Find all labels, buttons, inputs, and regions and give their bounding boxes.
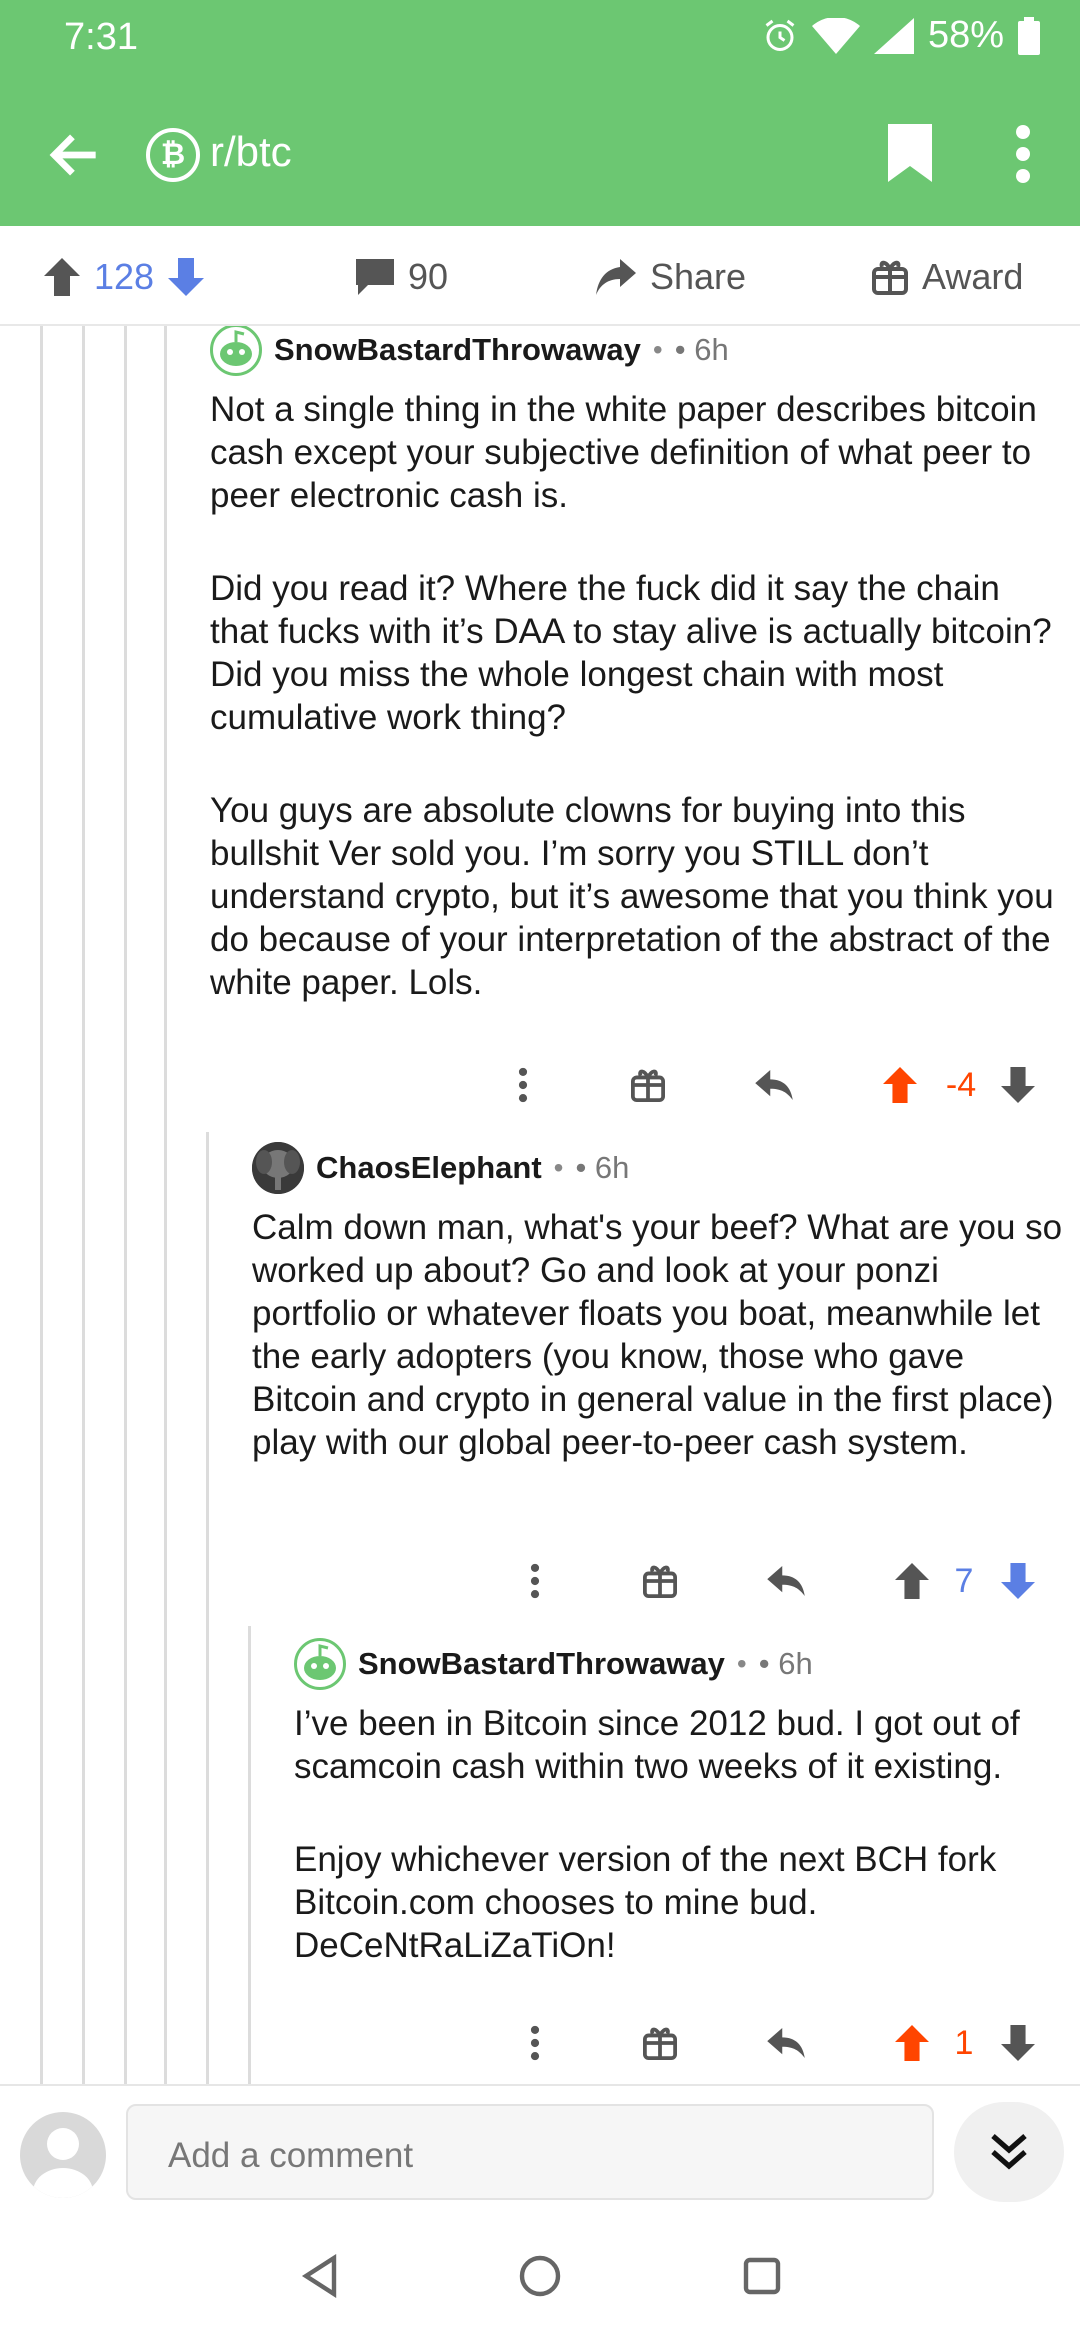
comment-paragraph: Did you read it? Where the fuck did it s…: [210, 569, 1052, 737]
comment-actions: -4: [0, 1060, 1080, 1110]
comment-author[interactable]: SnowBastardThrowaway: [358, 1646, 725, 1682]
comment-age: • 6h: [674, 332, 729, 367]
gift-icon[interactable]: [640, 2018, 680, 2068]
subreddit-name[interactable]: r/btc: [210, 128, 292, 176]
subreddit-icon[interactable]: ₿: [146, 128, 200, 182]
gift-icon[interactable]: [640, 1556, 680, 1606]
add-comment-input[interactable]: Add a comment: [126, 2104, 934, 2200]
snoo-avatar-icon: [304, 1644, 336, 1680]
reply-icon[interactable]: [752, 1060, 796, 1110]
more-options-icon[interactable]: [1010, 124, 1036, 184]
comment-meta: SnowBastardThrowaway • • 6h: [294, 1638, 1064, 1690]
avatar[interactable]: [252, 1142, 304, 1194]
downvote-arrow-icon[interactable]: [168, 258, 205, 296]
back-arrow-icon[interactable]: [44, 124, 106, 186]
downvote-arrow-icon[interactable]: [998, 2018, 1038, 2068]
downvote-arrow-icon[interactable]: [998, 1060, 1038, 1110]
comment-body: I’ve been in Bitcoin since 2012 bud. I g…: [294, 1702, 1064, 1967]
system-navigation-bar: [0, 2214, 1080, 2340]
comment-paragraph: Not a single thing in the white paper de…: [210, 390, 1037, 515]
comment: SnowBastardThrowaway • • 6h Not a single…: [210, 326, 1060, 1004]
thread-rail[interactable]: [248, 1626, 251, 2084]
user-silhouette-icon: [33, 2128, 93, 2198]
snoo-avatar-icon: [220, 330, 252, 366]
award-label: Award: [922, 256, 1024, 297]
comment: SnowBastardThrowaway • • 6h I’ve been in…: [294, 1638, 1064, 1967]
thread-rail[interactable]: [40, 326, 43, 2084]
share-button[interactable]: Share: [596, 256, 746, 298]
app-header: 7:31 58% ₿ r/btc: [0, 0, 1080, 226]
comment-meta: ChaosElephant • • 6h: [252, 1142, 1064, 1194]
user-avatar[interactable]: [20, 2112, 106, 2198]
comment-thread: SnowBastardThrowaway • • 6h Not a single…: [0, 326, 1080, 2084]
share-arrow-icon: [596, 259, 636, 295]
double-chevron-down-icon: [991, 2134, 1027, 2170]
comment: ChaosElephant • • 6h Calm down man, what…: [252, 1142, 1064, 1464]
comment-paragraph: You guys are absolute clowns for buying …: [210, 791, 1054, 1002]
more-options-icon[interactable]: [520, 2018, 550, 2068]
status-time: 7:31: [64, 16, 138, 58]
thread-rail[interactable]: [82, 326, 85, 2084]
comments-button[interactable]: 90: [356, 256, 448, 298]
comment-score: 7: [954, 1561, 974, 1600]
downvote-arrow-icon[interactable]: [998, 1556, 1038, 1606]
bookmark-icon[interactable]: [888, 124, 932, 182]
comment-score: -4: [945, 1065, 977, 1104]
nav-recents-icon[interactable]: [740, 2254, 784, 2298]
bitcoin-icon: ₿: [160, 138, 186, 171]
battery-percent: 58%: [927, 14, 1004, 56]
comment-composer-bar: Add a comment: [0, 2084, 1080, 2214]
avatar[interactable]: [210, 326, 262, 376]
comment-actions: 7: [0, 1556, 1080, 1606]
status-icons: 58%: [762, 14, 1040, 57]
comment-paragraph: Calm down man, what's your beef? What ar…: [252, 1208, 1063, 1462]
more-options-icon[interactable]: [508, 1060, 538, 1110]
comment-paragraph: I’ve been in Bitcoin since 2012 bud. I g…: [294, 1704, 1020, 1786]
post-score: 128: [94, 256, 155, 297]
nav-home-icon[interactable]: [518, 2254, 562, 2298]
separator-dot: •: [736, 1648, 747, 1679]
separator-dot: •: [652, 334, 663, 365]
gift-icon[interactable]: [628, 1060, 668, 1110]
post-vote-group: 128: [44, 256, 205, 298]
comment-meta: SnowBastardThrowaway • • 6h: [210, 326, 1060, 376]
upvote-arrow-icon[interactable]: [892, 1556, 932, 1606]
nav-back-icon[interactable]: [298, 2254, 342, 2298]
status-bar: 7:31 58%: [0, 0, 1080, 80]
separator-dot: •: [553, 1152, 564, 1183]
next-comment-button[interactable]: [954, 2102, 1064, 2202]
signal-icon: [873, 17, 914, 54]
comment-age: • 6h: [758, 1646, 813, 1681]
upvote-arrow-icon[interactable]: [892, 2018, 932, 2068]
comment-bubble-icon: [356, 259, 394, 295]
thread-rail[interactable]: [206, 1132, 209, 2084]
more-options-icon[interactable]: [520, 1556, 550, 1606]
alarm-icon: [765, 19, 795, 51]
thread-rail[interactable]: [124, 326, 127, 2084]
comment-body: Calm down man, what's your beef? What ar…: [252, 1206, 1064, 1464]
elephant-avatar-icon: [252, 1142, 304, 1194]
wifi-icon: [811, 17, 860, 54]
avatar[interactable]: [294, 1638, 346, 1690]
upvote-arrow-icon[interactable]: [880, 1060, 920, 1110]
comments-count: 90: [408, 256, 449, 297]
comment-actions: 1: [0, 2018, 1080, 2068]
battery-icon: [1018, 16, 1040, 55]
thread-rail[interactable]: [164, 326, 167, 2084]
post-action-bar: 128 90 Share Award: [0, 226, 1080, 326]
comment-body: Not a single thing in the white paper de…: [210, 388, 1060, 1004]
gift-icon: [872, 260, 908, 295]
comment-score: 1: [954, 2023, 974, 2062]
app-bar: ₿ r/btc: [0, 80, 1080, 226]
reply-icon[interactable]: [764, 2018, 808, 2068]
upvote-arrow-icon[interactable]: [44, 258, 80, 296]
comment-author[interactable]: SnowBastardThrowaway: [274, 332, 641, 368]
award-button[interactable]: Award: [872, 256, 1023, 298]
reply-icon[interactable]: [764, 1556, 808, 1606]
comment-author[interactable]: ChaosElephant: [316, 1150, 542, 1186]
comment-age: • 6h: [575, 1150, 630, 1185]
comment-paragraph: Enjoy whichever version of the next BCH …: [294, 1840, 997, 1965]
share-label: Share: [650, 256, 747, 297]
